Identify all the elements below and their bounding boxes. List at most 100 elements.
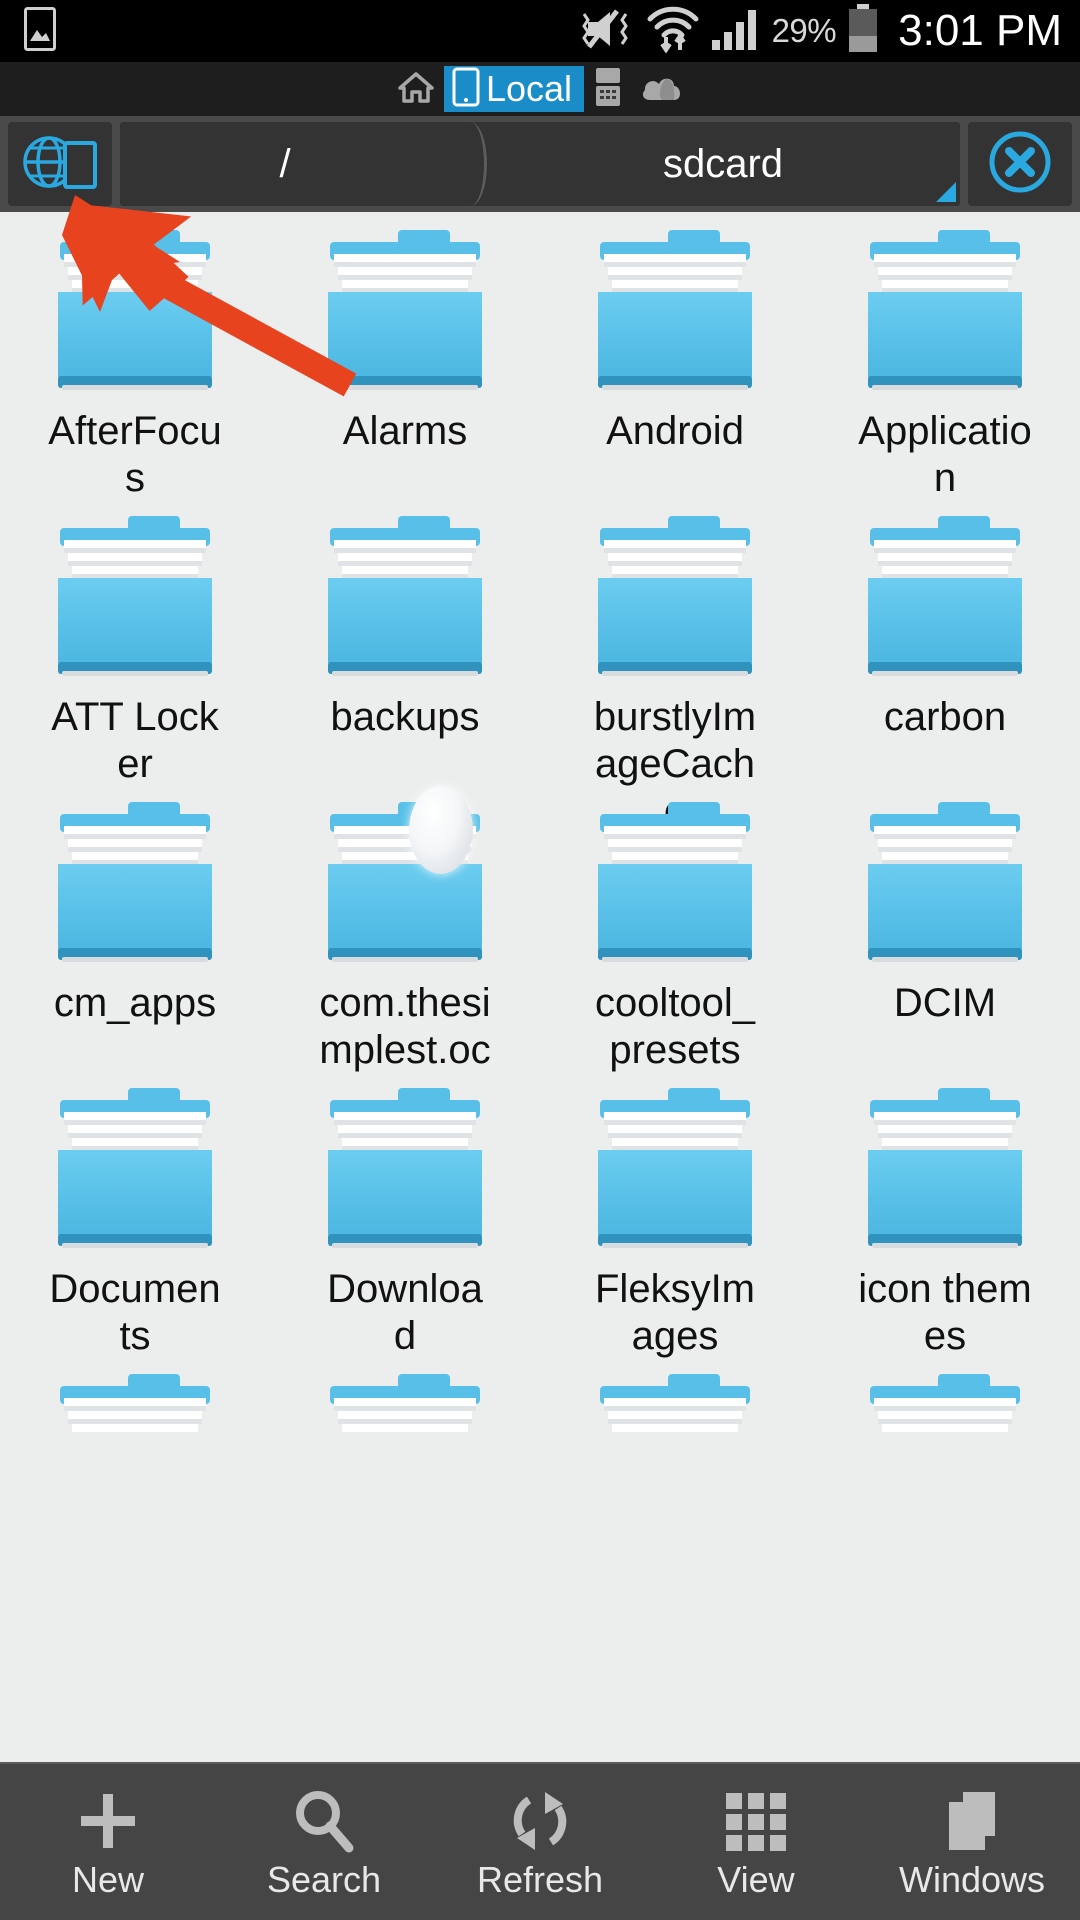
- folder-icon: [584, 516, 766, 684]
- folder-name-label: Download: [327, 1267, 483, 1358]
- new-button[interactable]: New: [0, 1763, 216, 1920]
- globe-device-icon: [21, 131, 99, 198]
- view-button-label: View: [717, 1859, 795, 1900]
- battery-icon: [846, 3, 880, 59]
- plus-icon: [73, 1786, 143, 1856]
- refresh-button[interactable]: Refresh: [432, 1763, 648, 1920]
- close-circle-icon: [986, 128, 1054, 201]
- file-grid[interactable]: AfterFocus Alarms Android Application ATT Lo…: [0, 212, 1080, 1432]
- path-bar: / sdcard: [0, 116, 1080, 212]
- folder-name-label: Application: [858, 409, 1032, 500]
- cellular-signal-icon: [710, 6, 762, 57]
- folder-name-label: ATT Locker: [51, 695, 219, 786]
- status-bar-notifications: [24, 6, 56, 56]
- windows-button-label: Windows: [898, 1859, 1046, 1900]
- status-bar-system-icons: 29% 3:01 PM: [574, 3, 1062, 59]
- home-icon: [396, 67, 436, 112]
- flip-phone-icon: [592, 66, 624, 113]
- tab-home[interactable]: [388, 66, 444, 112]
- app-screen: 29% 3:01 PM Local / sdcard AfterFocus Al…: [0, 0, 1080, 1920]
- folder-icon: [314, 802, 496, 970]
- folder-icon: [584, 1374, 766, 1432]
- folder-icon: [854, 516, 1036, 684]
- file-grid-item[interactable]: Application: [810, 212, 1080, 500]
- tab-cloud[interactable]: [632, 66, 692, 112]
- vibrate-mute-icon: [574, 6, 636, 57]
- file-grid-item[interactable]: Documents: [0, 1070, 270, 1358]
- folder-icon: [854, 802, 1036, 970]
- folder-icon: [44, 802, 226, 970]
- search-button-label: Search: [266, 1859, 382, 1900]
- tab-local[interactable]: Local: [443, 66, 585, 112]
- folder-name-label: icon themes: [858, 1267, 1032, 1358]
- folder-icon: [584, 802, 766, 970]
- storage-tab-bar: Local: [0, 62, 1080, 116]
- file-grid-item[interactable]: com.thesimplest.ocr: [270, 784, 540, 1119]
- breadcrumb-separator-icon: [450, 122, 487, 206]
- breadcrumb-sdcard[interactable]: sdcard: [486, 122, 960, 206]
- search-icon: [289, 1786, 359, 1856]
- folder-icon: [44, 1088, 226, 1256]
- folder-icon: [314, 1374, 496, 1432]
- file-grid-item[interactable]: backups: [270, 498, 540, 784]
- folder-icon: [584, 230, 766, 398]
- folder-name-label: Android: [606, 409, 744, 453]
- file-grid-item[interactable]: FleksyImages: [540, 1070, 810, 1358]
- status-bar: 29% 3:01 PM: [0, 0, 1080, 62]
- tab-local-label: Local: [485, 68, 573, 109]
- file-grid-item[interactable]: Android: [540, 212, 810, 498]
- grid-icon: [722, 1786, 790, 1856]
- folder-name-label: FleksyImages: [595, 1267, 755, 1358]
- file-grid-item[interactable]: [0, 1356, 270, 1432]
- breadcrumb-root[interactable]: /: [120, 122, 450, 206]
- file-grid-item[interactable]: [270, 1356, 540, 1432]
- file-grid-item[interactable]: carbon: [810, 498, 1080, 784]
- new-button-label: New: [71, 1859, 145, 1900]
- cloud-icon: [640, 70, 684, 109]
- view-button[interactable]: View: [648, 1763, 864, 1920]
- folder-name-label: DCIM: [893, 981, 997, 1025]
- folder-icon: [854, 230, 1036, 398]
- search-button[interactable]: Search: [216, 1763, 432, 1920]
- file-grid-item[interactable]: AfterFocus: [0, 212, 270, 500]
- folder-name-label: backups: [330, 695, 480, 739]
- battery-percent-label: 29%: [771, 12, 837, 49]
- network-device-button[interactable]: [8, 122, 112, 206]
- windows-stack-icon: [937, 1786, 1007, 1856]
- folder-icon: [44, 1374, 226, 1432]
- close-tab-button[interactable]: [968, 122, 1072, 206]
- file-grid-item[interactable]: cooltool_presets: [540, 784, 810, 1072]
- folder-icon: [314, 1088, 496, 1256]
- file-grid-item[interactable]: Download: [270, 1070, 540, 1358]
- tab-flip-phone[interactable]: [584, 66, 632, 112]
- resize-handle[interactable]: [936, 182, 956, 202]
- folder-name-label: cm_apps: [53, 981, 217, 1025]
- file-grid-item[interactable]: Alarms: [270, 212, 540, 498]
- folder-name-label: Documents: [49, 1267, 221, 1358]
- status-bar-clock: 3:01 PM: [898, 6, 1062, 55]
- breadcrumb: / sdcard: [120, 122, 960, 206]
- file-grid-item[interactable]: icon themes: [810, 1070, 1080, 1358]
- folder-icon: [854, 1088, 1036, 1256]
- folder-name-label: carbon: [883, 695, 1007, 739]
- folder-icon: [314, 516, 496, 684]
- folder-icon: [854, 1374, 1036, 1432]
- refresh-icon: [505, 1786, 575, 1856]
- bottom-toolbar: New Search Refresh View Windows: [0, 1762, 1080, 1920]
- wifi-data-icon: [646, 5, 700, 58]
- file-grid-item[interactable]: [540, 1356, 810, 1432]
- folder-icon: [584, 1088, 766, 1256]
- folder-name-label: AfterFocus: [48, 409, 222, 500]
- gallery-image-icon: [24, 6, 56, 56]
- folder-icon: [44, 516, 226, 684]
- file-grid-item[interactable]: ATT Locker: [0, 498, 270, 786]
- windows-button[interactable]: Windows: [864, 1763, 1080, 1920]
- file-grid-item[interactable]: DCIM: [810, 784, 1080, 1070]
- folder-name-label: cooltool_presets: [594, 981, 756, 1072]
- folder-name-label: Alarms: [342, 409, 468, 453]
- folder-icon: [44, 230, 226, 398]
- file-grid-item[interactable]: [810, 1356, 1080, 1432]
- phone-icon: [452, 67, 480, 112]
- file-grid-item[interactable]: cm_apps: [0, 784, 270, 1070]
- file-grid-item[interactable]: burstlyImageCache: [540, 498, 810, 833]
